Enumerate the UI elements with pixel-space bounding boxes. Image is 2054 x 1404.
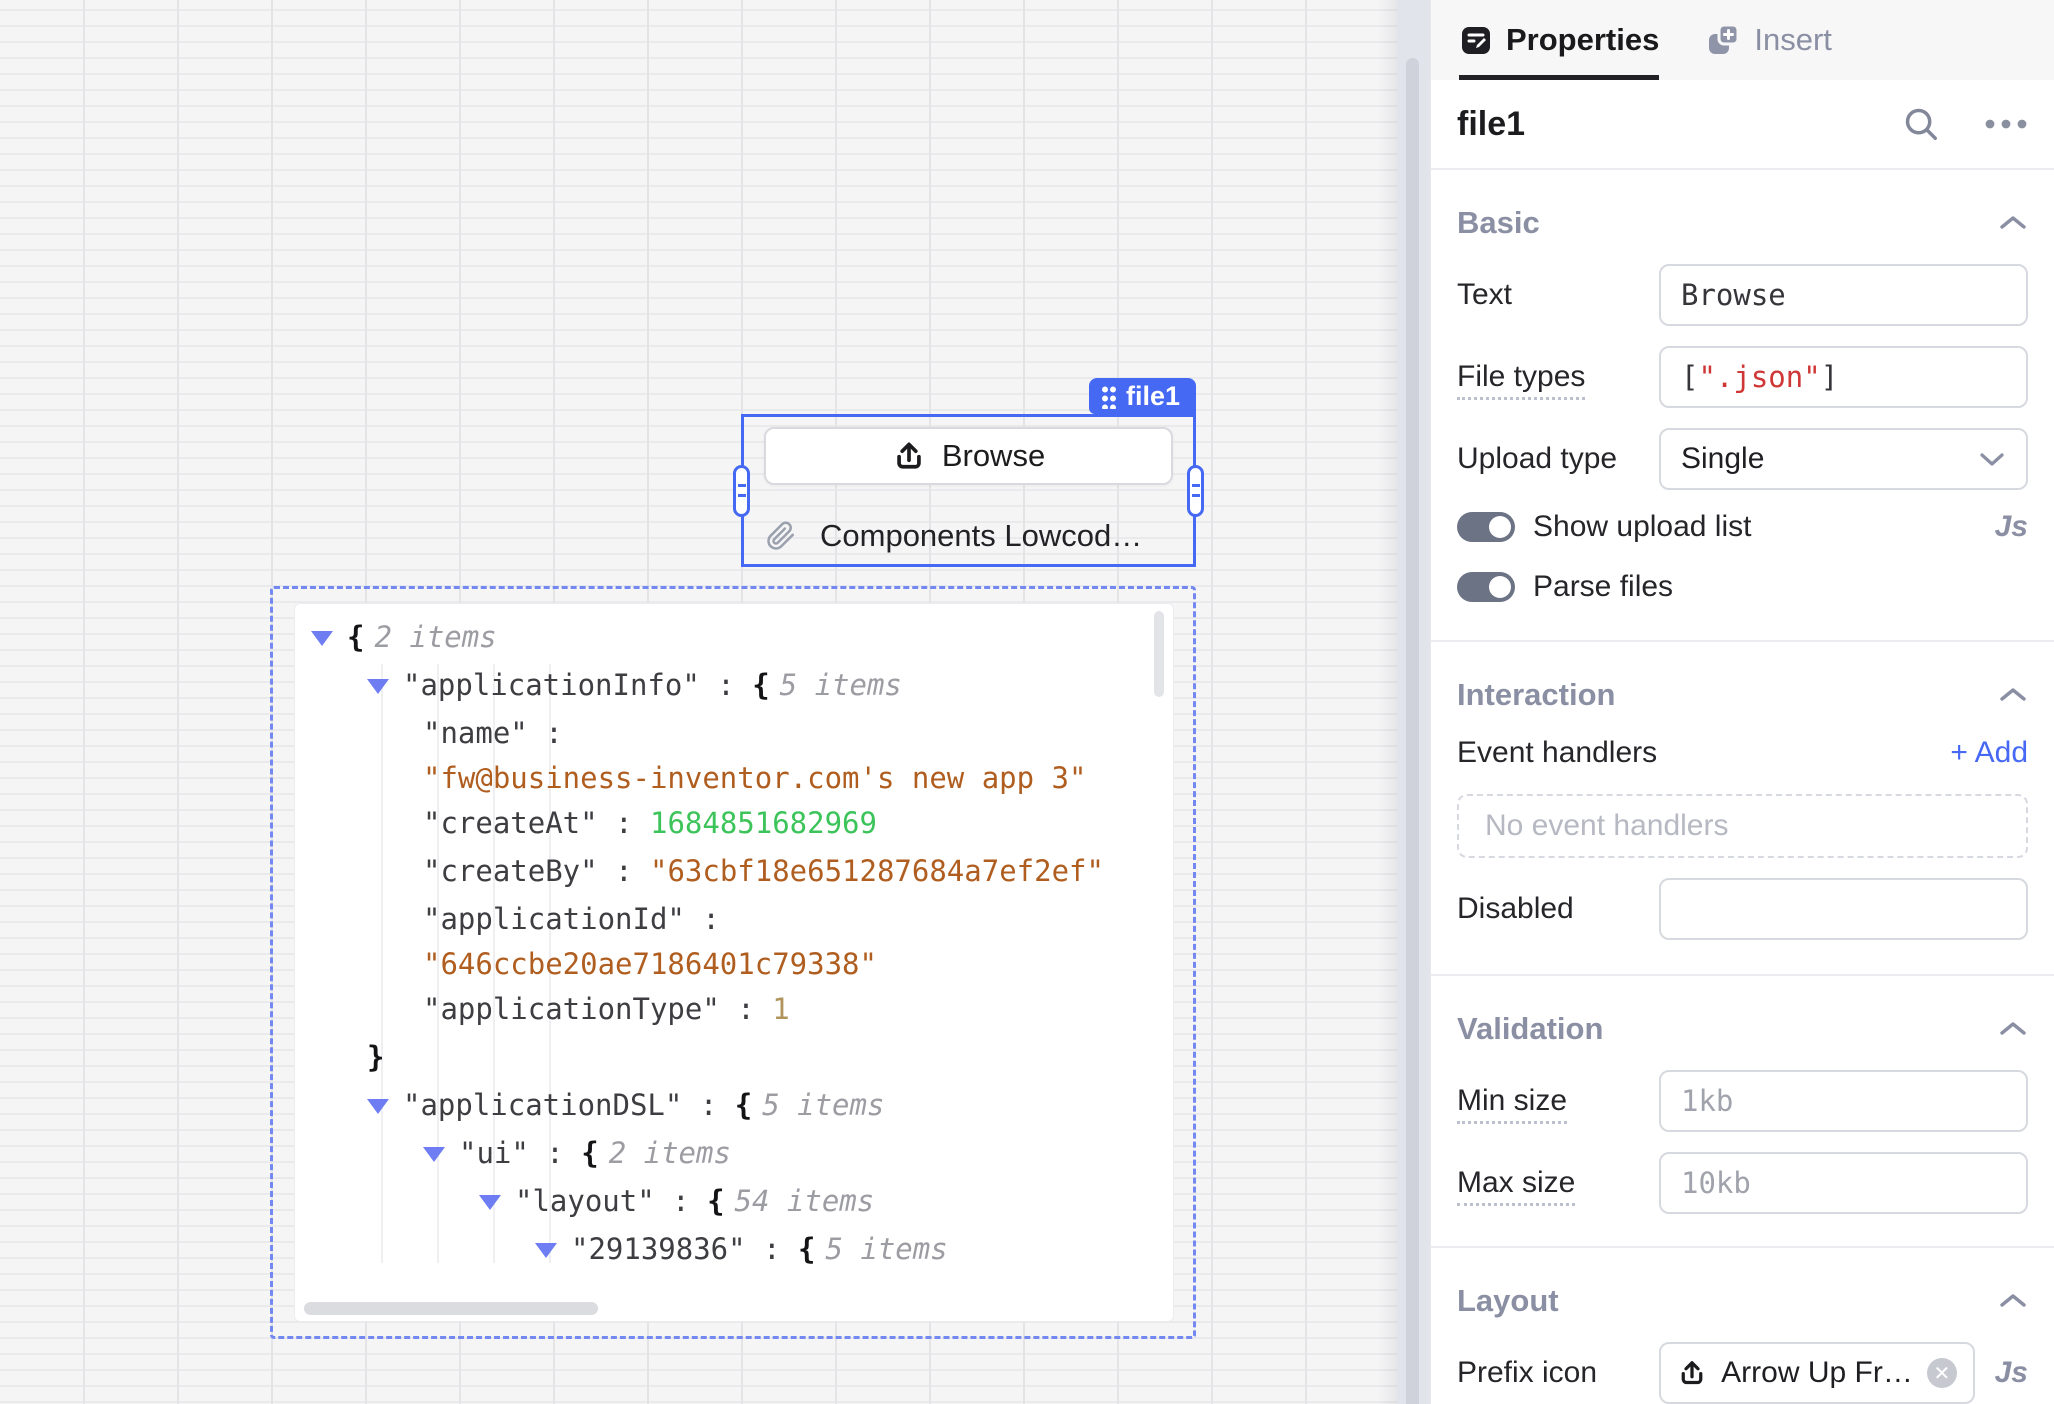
section-basic-header[interactable]: Basic	[1457, 204, 2028, 242]
collapse-arrow-icon[interactable]	[367, 1096, 403, 1114]
json-vertical-scrollbar[interactable]	[1154, 611, 1164, 697]
drag-handle-icon[interactable]	[1101, 384, 1116, 409]
json-tree-row: {2 items	[295, 613, 1173, 661]
prefix-icon-picker[interactable]: Arrow Up Fr… ✕	[1659, 1342, 1975, 1404]
upload-type-select[interactable]: Single	[1659, 428, 2028, 490]
json-tree-row: }	[295, 1033, 1173, 1081]
section-layout-header[interactable]: Layout	[1457, 1282, 2028, 1320]
section-interaction-title: Interaction	[1457, 677, 1615, 713]
no-event-handlers-box: No event handlers	[1457, 794, 2028, 858]
component-tag-label: file1	[1126, 381, 1180, 412]
json-tree-row: "createAt" : 1684851682969	[295, 799, 1173, 847]
paperclip-icon	[766, 521, 796, 551]
canvas-panel-splitter	[1397, 0, 1430, 1404]
chevron-up-icon[interactable]	[1998, 686, 2028, 704]
chevron-up-icon[interactable]	[1998, 214, 2028, 232]
min-size-label: Min size	[1457, 1084, 1659, 1118]
file-types-label: File types	[1457, 360, 1659, 394]
max-size-input[interactable]: 10kb	[1659, 1152, 2028, 1214]
upload-icon	[892, 439, 926, 473]
editor-canvas[interactable]: file1 Browse Components Lowcod…	[0, 0, 1397, 1404]
section-basic: Basic Text Browse File types [".json"] U…	[1431, 204, 2054, 604]
min-size-input[interactable]: 1kb	[1659, 1070, 2028, 1132]
json-tree-row: "layout" : {54 items	[295, 1177, 1173, 1225]
show-upload-list-label: Show upload list	[1533, 510, 1751, 544]
json-tree-row: "applicationDSL" : {5 items	[295, 1081, 1173, 1129]
collapse-arrow-icon[interactable]	[479, 1192, 515, 1210]
section-basic-title: Basic	[1457, 205, 1540, 241]
json-tree-row: "ui" : {2 items	[295, 1129, 1173, 1177]
panel-header: file1	[1431, 80, 2054, 170]
search-icon[interactable]	[1902, 105, 1940, 143]
json-tree-row: "29139836" : {5 items	[295, 1225, 1173, 1273]
show-upload-list-toggle[interactable]	[1457, 512, 1515, 542]
js-toggle-icon[interactable]: Js	[1995, 1356, 2028, 1390]
arrow-up-from-bracket-icon	[1677, 1358, 1707, 1388]
section-interaction-header[interactable]: Interaction	[1457, 676, 2028, 714]
text-input[interactable]: Browse	[1659, 264, 2028, 326]
upload-type-label: Upload type	[1457, 442, 1659, 476]
file-types-input[interactable]: [".json"]	[1659, 346, 2028, 408]
json-tree-row: "applicationType" : 1	[295, 985, 1173, 1033]
json-horizontal-scrollbar[interactable]	[304, 1302, 598, 1315]
add-event-handler-button[interactable]: + Add	[1950, 736, 2028, 770]
json-tree-row: "fw@business-inventor.com's new app 3"	[295, 757, 1173, 799]
resize-handle-right[interactable]	[1187, 465, 1204, 517]
parse-files-label: Parse files	[1533, 570, 1673, 604]
max-size-label: Max size	[1457, 1166, 1659, 1200]
disabled-input[interactable]	[1659, 878, 2028, 940]
js-toggle-icon[interactable]: Js	[1995, 510, 2028, 544]
tab-insert[interactable]: Insert	[1705, 0, 1832, 80]
json-tree-row: "applicationId" :	[295, 895, 1173, 943]
collapse-arrow-icon[interactable]	[535, 1240, 571, 1258]
component-tag[interactable]: file1	[1089, 378, 1196, 414]
uploaded-file-name: Components Lowcod…	[820, 519, 1142, 553]
json-viewer-rows: {2 items"applicationInfo" : {5 items"nam…	[295, 613, 1173, 1273]
browse-button-label: Browse	[942, 438, 1045, 474]
selected-component-name: file1	[1457, 105, 1525, 144]
insert-icon	[1705, 22, 1741, 58]
section-layout-title: Layout	[1457, 1283, 1559, 1319]
json-tree-row: "name" :	[295, 709, 1173, 757]
parse-files-toggle[interactable]	[1457, 572, 1515, 602]
tab-insert-label: Insert	[1754, 22, 1832, 58]
json-tree-row: "applicationInfo" : {5 items	[295, 661, 1173, 709]
more-options-icon[interactable]	[1984, 118, 2028, 130]
tab-properties-label: Properties	[1506, 22, 1659, 58]
section-validation-header[interactable]: Validation	[1457, 1010, 2028, 1048]
section-layout: Layout Prefix icon Arrow Up Fr… ✕	[1431, 1246, 2054, 1404]
properties-panel: Properties Insert file1	[1430, 0, 2054, 1404]
prefix-icon-label: Prefix icon	[1457, 1356, 1659, 1390]
json-tree-row: "createBy" : "63cbf18e651287684a7ef2ef"	[295, 847, 1173, 895]
collapse-arrow-icon[interactable]	[367, 676, 403, 694]
json-tree-row: "646ccbe20ae7186401c79338"	[295, 943, 1173, 985]
chevron-up-icon[interactable]	[1998, 1292, 2028, 1310]
section-validation-title: Validation	[1457, 1011, 1603, 1047]
json-viewer-card: {2 items"applicationInfo" : {5 items"nam…	[294, 603, 1174, 1322]
text-label: Text	[1457, 278, 1659, 312]
app-editor: file1 Browse Components Lowcod…	[0, 0, 2054, 1404]
collapse-arrow-icon[interactable]	[423, 1144, 459, 1162]
disabled-label: Disabled	[1457, 892, 1659, 926]
section-validation: Validation Min size 1kb Max size 10kb	[1431, 974, 2054, 1214]
splitter-scrollbar-thumb[interactable]	[1406, 58, 1419, 1404]
chevron-up-icon[interactable]	[1998, 1020, 2028, 1038]
panel-tabs: Properties Insert	[1431, 0, 2054, 80]
file-upload-component[interactable]: file1 Browse Components Lowcod…	[741, 414, 1196, 567]
tab-properties[interactable]: Properties	[1459, 0, 1659, 80]
collapse-arrow-icon[interactable]	[311, 628, 347, 646]
section-interaction: Interaction Event handlers + Add No even…	[1431, 640, 2054, 940]
json-viewer-selection[interactable]: {2 items"applicationInfo" : {5 items"nam…	[270, 586, 1196, 1339]
clear-icon[interactable]: ✕	[1927, 1358, 1957, 1388]
chevron-down-icon	[1978, 451, 2006, 468]
resize-handle-left[interactable]	[733, 465, 750, 517]
properties-icon	[1459, 23, 1493, 57]
uploaded-file-item[interactable]: Components Lowcod…	[766, 519, 1177, 553]
browse-button[interactable]: Browse	[764, 427, 1173, 485]
event-handlers-label: Event handlers	[1457, 736, 1657, 770]
